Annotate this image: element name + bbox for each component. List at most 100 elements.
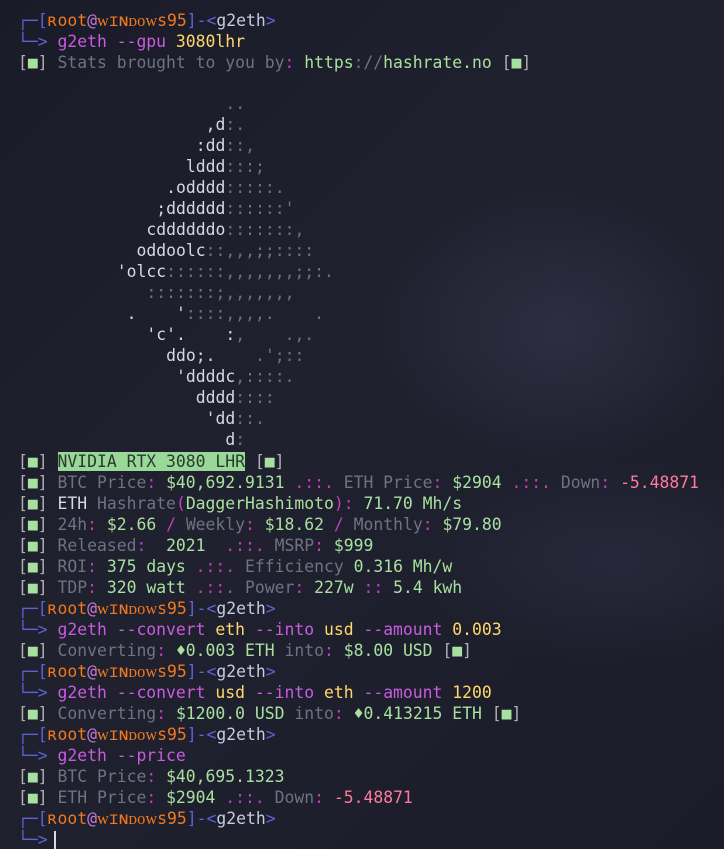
prompt-frame: ]-<: [186, 11, 217, 30]
ascii-logo-line: ddo;. .';::: [28, 346, 304, 367]
btc-price: $40,692.9131: [166, 473, 285, 492]
box-bracket: [: [18, 536, 28, 555]
box-bracket: [: [18, 578, 28, 597]
prompt-frame: ┌─[: [18, 11, 48, 30]
prompt-user: ʀoot: [47, 11, 88, 30]
convert-from: ♦0.003 ETH: [175, 641, 275, 660]
box-bracket: ]: [37, 767, 58, 786]
ascii-logo-main: dddd: [28, 388, 236, 407]
release-line: [■] Released: 2021 .::. MSRP: $999: [18, 535, 373, 556]
ascii-logo-main: 'ddddc: [28, 367, 236, 386]
terminal-window[interactable]: ┌─[ʀoot@ᴡɪɴᴅᴏᴡs95]-<g2eth> └─> g2eth --gp…: [0, 0, 724, 849]
command-name: g2eth: [57, 620, 107, 639]
box-icon: ■: [264, 452, 275, 471]
monthly-value: $79.80: [442, 515, 502, 534]
prompt-frame: ]-<: [186, 725, 217, 744]
command-arg: usd: [323, 620, 354, 639]
ascii-logo-main: [28, 283, 146, 302]
hashrate-label: ETH: [57, 494, 88, 513]
text-cursor[interactable]: [54, 831, 56, 849]
efficiency-label: Efficiency: [245, 557, 344, 576]
box-icon: ■: [27, 767, 38, 786]
ascii-logo-line: . '::::,,,,. .: [28, 304, 324, 325]
command-arg: --convert: [116, 620, 206, 639]
prompt-frame: >: [265, 599, 276, 618]
hashrate-value: 71.70 Mh/s: [363, 494, 463, 513]
ascii-logo-shade: :::;: [225, 157, 265, 176]
btc-label: BTC Price: [57, 767, 147, 786]
converting-label: Converting: [57, 704, 157, 723]
ascii-logo-shade: .';::: [215, 346, 305, 365]
ascii-logo-shade: :.: [225, 115, 246, 134]
prompt-frame: ]-<: [186, 599, 217, 618]
gpu-name-badge: NVIDIA RTX 3080 LHR: [57, 452, 245, 471]
box-bracket: [: [18, 494, 28, 513]
convert-to: $8.00 USD: [343, 641, 433, 660]
conversion-line: [■] Converting: $1200.0 USD into: ♦0.413…: [18, 703, 531, 724]
sep: :: [245, 515, 265, 534]
box-bracket: [: [18, 704, 28, 723]
sep: :: [87, 557, 107, 576]
credit-link[interactable]: https: [304, 53, 353, 72]
sep: :: [284, 53, 305, 72]
into-label: into: [294, 704, 334, 723]
command-line: └─> g2eth --price: [18, 745, 186, 766]
prompt-host: ᴡɪɴᴅᴏᴡs95: [96, 809, 187, 828]
paren: (: [175, 494, 186, 513]
prompt-at: @: [87, 599, 97, 618]
convert-from: $1200.0 USD: [175, 704, 285, 723]
down-label: Down: [560, 473, 601, 492]
box-icon: ■: [27, 452, 38, 471]
ascii-logo-line: cddddddo:::::::,: [28, 220, 304, 241]
ascii-logo-line: dddd::::: [28, 388, 275, 409]
btc-price: $40,695.1323: [166, 767, 285, 786]
box-bracket: [: [254, 452, 265, 471]
ascii-logo-main: 'olcc: [28, 262, 167, 281]
kwh-value: 5.4 kwh: [393, 578, 463, 597]
down-value: -5.48871: [333, 788, 413, 807]
prompt-arrow: └─>: [18, 830, 58, 849]
sep: :: [146, 788, 167, 807]
ascii-logo-main: [28, 94, 225, 113]
box-icon: ■: [27, 641, 38, 660]
command-arg: --into: [254, 683, 315, 702]
command-arg: --amount: [363, 620, 443, 639]
sep: :: [146, 473, 167, 492]
sep: :: [422, 515, 443, 534]
prompt-frame: >: [265, 11, 276, 30]
stats-credit-line: [■] Stats brought to you by: https://has…: [18, 52, 541, 73]
ascii-logo-shade: :::::.: [225, 178, 285, 197]
ascii-logo-main: oddoolc: [28, 241, 206, 260]
ascii-logo-main: ,d: [28, 115, 226, 134]
weekly-value: $18.62: [264, 515, 324, 534]
box-bracket: ]: [37, 494, 58, 513]
released-value: 2021: [166, 536, 206, 555]
tdp-value: 320 watt: [106, 578, 186, 597]
sep: :: [294, 578, 315, 597]
box-icon: ■: [27, 704, 38, 723]
sep: :: [87, 578, 107, 597]
ascii-logo-shade: ::.: [235, 409, 265, 428]
box-icon: ■: [27, 494, 38, 513]
box-bracket: ]: [521, 53, 542, 72]
box-bracket: ]: [37, 536, 58, 555]
ascii-logo-shade: :::::::;,,,,,,,: [146, 283, 295, 302]
converting-label: Converting: [57, 641, 157, 660]
sep: :: [333, 704, 354, 723]
ascii-logo-line: 'ddddc,::::.: [28, 367, 294, 388]
credit-link[interactable]: hashrate.no: [383, 53, 492, 72]
sep: .::.: [185, 557, 246, 576]
sep: :: [600, 473, 621, 492]
ascii-logo-line: lddd:::;: [28, 157, 265, 178]
box-icon: ■: [452, 641, 463, 660]
prompt-user: ʀoot: [47, 725, 88, 744]
prompt-frame: ]-<: [186, 662, 217, 681]
convert-to: ♦0.413215 ETH: [353, 704, 482, 723]
monthly-label: Monthly: [353, 515, 423, 534]
box-icon: ■: [27, 557, 38, 576]
prompt-arrow: └─>: [18, 746, 58, 765]
